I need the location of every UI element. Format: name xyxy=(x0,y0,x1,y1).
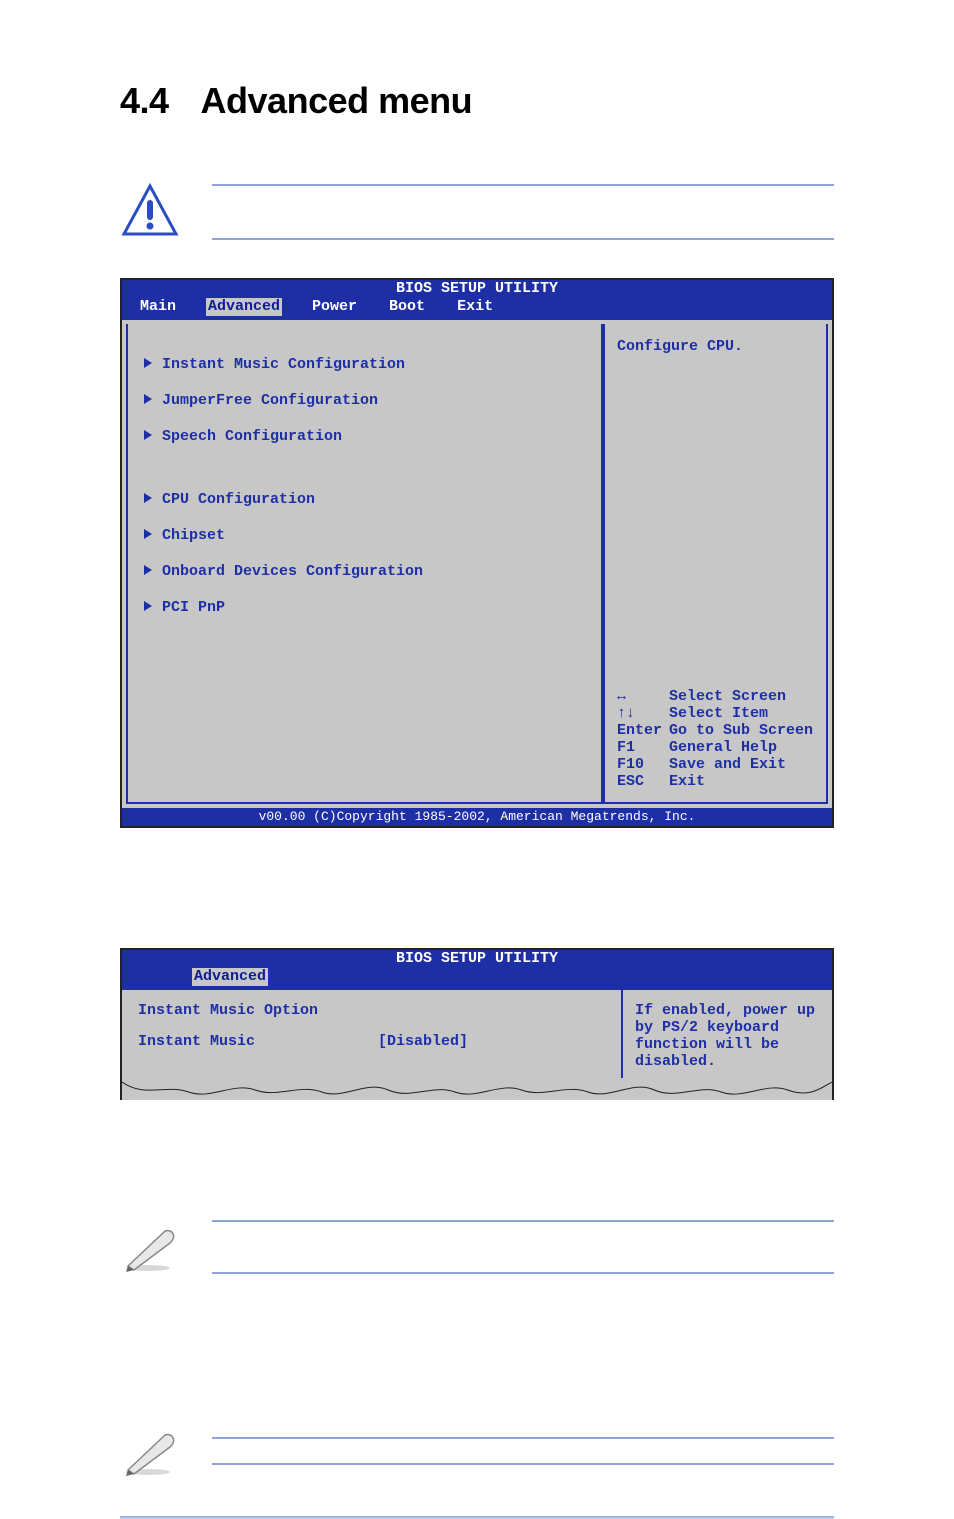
menu-item-onboard-devices[interactable]: Onboard Devices Configuration xyxy=(138,562,591,581)
bios-body: Instant Music Configuration JumperFree C… xyxy=(122,318,832,808)
setting-instant-music[interactable]: Instant Music [Disabled] xyxy=(138,1033,597,1050)
bios-tab-exit[interactable]: Exit xyxy=(455,298,495,316)
warning-text-area xyxy=(212,184,834,240)
bios-tabs: Main Advanced Power Boot Exit xyxy=(122,298,832,318)
menu-item-instant-music-config[interactable]: Instant Music Configuration xyxy=(138,355,591,374)
warning-icon xyxy=(120,182,180,242)
pencil-note-icon xyxy=(120,1426,180,1476)
menu-item-chipset[interactable]: Chipset xyxy=(138,526,591,545)
bios-tab-advanced[interactable]: Advanced xyxy=(206,298,282,316)
menu-item-speech-config[interactable]: Speech Configuration xyxy=(138,427,591,446)
arrow-right-icon xyxy=(144,529,152,539)
bios-advanced-screenshot: BIOS SETUP UTILITY Main Advanced Power B… xyxy=(120,278,834,828)
menu-item-jumperfree-config[interactable]: JumperFree Configuration xyxy=(138,391,591,410)
note-block-2 xyxy=(120,1426,834,1476)
bios2-tab-advanced[interactable]: Advanced xyxy=(192,968,268,986)
warning-note xyxy=(120,182,834,242)
bios-tab-power[interactable]: Power xyxy=(310,298,359,316)
section-title: 4.4 Advanced menu xyxy=(120,80,834,122)
arrow-right-icon xyxy=(144,358,152,368)
arrow-right-icon xyxy=(144,601,152,611)
body-paragraph-2 xyxy=(120,1148,834,1204)
body-paragraph-1 xyxy=(120,876,834,932)
bios-help-panel: Configure CPU. ↔Select Screen ↑↓Select I… xyxy=(603,324,828,804)
torn-edge-icon xyxy=(122,1078,832,1100)
bios2-left-panel: Instant Music Option Instant Music [Disa… xyxy=(126,990,623,1078)
section-number: 4.4 xyxy=(120,80,169,121)
bios-help-text: Configure CPU. xyxy=(617,338,816,688)
arrow-right-icon xyxy=(144,430,152,440)
menu-item-cpu-config[interactable]: CPU Configuration xyxy=(138,490,591,509)
arrow-right-icon xyxy=(144,565,152,575)
note-text-area-1 xyxy=(212,1220,834,1274)
arrow-right-icon xyxy=(144,394,152,404)
bios-key-legend: ↔Select Screen ↑↓Select Item EnterGo to … xyxy=(617,688,816,790)
setting-label: Instant Music xyxy=(138,1033,378,1050)
bios2-heading: Instant Music Option xyxy=(138,1002,597,1019)
bios2-tabs: Advanced xyxy=(122,968,832,988)
note-block-1 xyxy=(120,1220,834,1274)
bios-menu-list: Instant Music Configuration JumperFree C… xyxy=(126,324,603,804)
bios2-help-panel: If enabled, power up by PS/2 keyboard fu… xyxy=(623,990,828,1078)
bios-title: BIOS SETUP UTILITY xyxy=(122,280,832,298)
body-paragraph-3 xyxy=(120,1310,834,1410)
pencil-note-icon xyxy=(120,1222,180,1272)
bios-footer: v00.00 (C)Copyright 1985-2002, American … xyxy=(122,808,832,826)
note-text-area-2 xyxy=(212,1437,834,1465)
bios-tab-boot[interactable]: Boot xyxy=(387,298,427,316)
bios-instant-music-screenshot: BIOS SETUP UTILITY Advanced Instant Musi… xyxy=(120,948,834,1100)
menu-item-pci-pnp[interactable]: PCI PnP xyxy=(138,598,591,617)
bios-tab-main[interactable]: Main xyxy=(138,298,178,316)
arrow-right-icon xyxy=(144,493,152,503)
setting-value: [Disabled] xyxy=(378,1033,468,1050)
section-title-text: Advanced menu xyxy=(201,80,473,121)
bios2-title: BIOS SETUP UTILITY xyxy=(122,950,832,968)
